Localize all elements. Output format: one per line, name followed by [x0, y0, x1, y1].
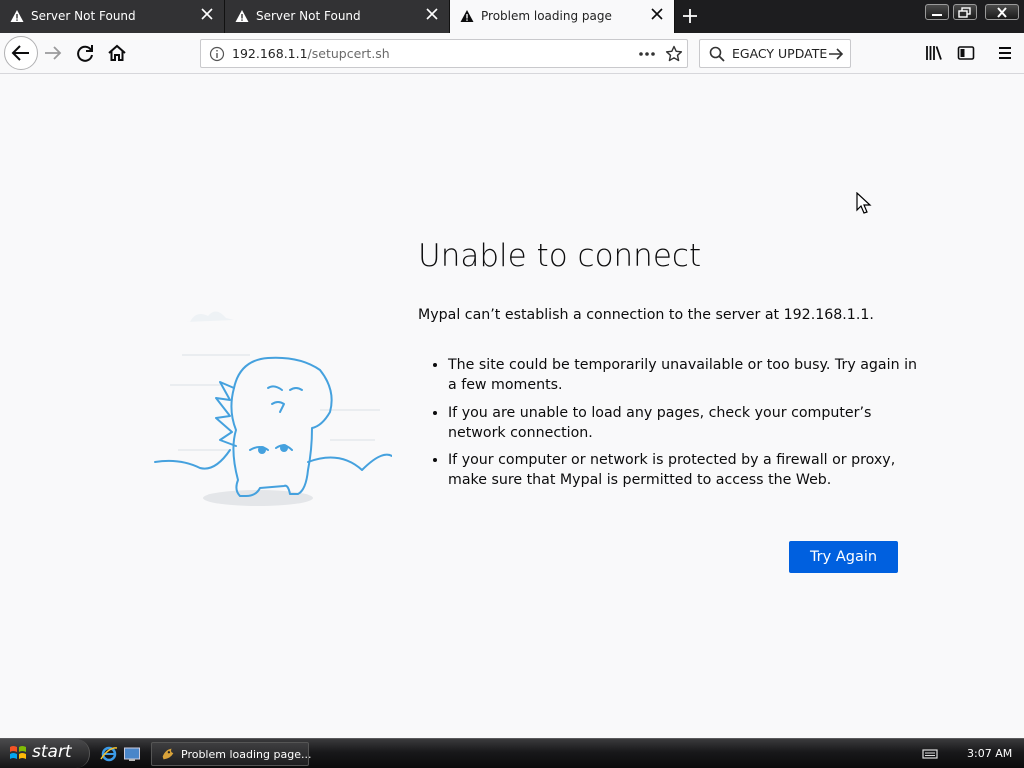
start-button[interactable]: start	[0, 739, 90, 768]
close-icon	[997, 7, 1007, 18]
sidebar-button[interactable]	[951, 38, 981, 68]
error-page: Unable to connect Mypal can’t establish …	[0, 74, 1024, 738]
tab-label: Server Not Found	[31, 9, 136, 23]
forward-button[interactable]	[38, 38, 68, 68]
search-input[interactable]: EGACY UPDATE	[732, 46, 827, 61]
bookmark-star-icon[interactable]	[665, 45, 683, 63]
search-go-icon[interactable]	[827, 45, 845, 63]
url-host: 192.168.1.1	[232, 46, 308, 61]
back-button[interactable]	[4, 36, 38, 70]
error-description: Mypal can’t establish a connection to th…	[418, 307, 874, 323]
home-icon	[108, 44, 126, 61]
tab-strip: Server Not Found Server Not Found Proble…	[0, 0, 1024, 33]
list-item: The site could be temporarily unavailabl…	[448, 355, 926, 395]
dinosaur-unplugged-illustration	[154, 311, 392, 506]
hamburger-menu-icon	[999, 47, 1011, 59]
arrow-left-icon	[11, 45, 29, 61]
reload-button[interactable]	[70, 38, 100, 68]
mouse-cursor-icon	[856, 192, 872, 214]
reload-icon	[77, 45, 93, 62]
tab-label: Server Not Found	[256, 9, 361, 23]
close-tab-icon[interactable]	[200, 7, 214, 21]
home-button[interactable]	[102, 38, 132, 68]
url-text[interactable]: 192.168.1.1/setupcert.sh	[232, 46, 390, 61]
taskbar-item-label: Problem loading page...	[181, 748, 312, 761]
error-suggestions-list: The site could be temporarily unavailabl…	[430, 355, 926, 498]
unplugged-plug-icons	[258, 444, 288, 454]
search-bar[interactable]: EGACY UPDATE	[699, 39, 851, 68]
close-tab-icon[interactable]	[650, 7, 664, 21]
start-label: start	[32, 742, 72, 762]
warning-icon	[460, 10, 474, 22]
library-button[interactable]	[919, 38, 949, 68]
warning-icon	[10, 10, 24, 22]
clouds	[186, 311, 234, 322]
internet-explorer-icon[interactable]	[100, 745, 118, 763]
minimize-icon	[932, 14, 942, 16]
navigation-toolbar: 192.168.1.1/setupcert.sh EGACY UPDATE	[0, 33, 1024, 74]
tab-server-not-found-1[interactable]: Server Not Found	[0, 0, 225, 33]
page-actions-icon[interactable]	[637, 46, 657, 62]
list-item: If you are unable to load any pages, che…	[448, 403, 926, 443]
tab-server-not-found-2[interactable]: Server Not Found	[225, 0, 450, 33]
windows-logo-icon	[10, 746, 26, 759]
new-tab-icon[interactable]	[681, 7, 699, 25]
list-item: If your computer or network is protected…	[448, 450, 926, 490]
close-tab-icon[interactable]	[425, 7, 439, 21]
taskbar-item-mypal[interactable]: Problem loading page...	[151, 742, 312, 766]
mypal-app-icon	[162, 748, 174, 760]
system-clock: 3:07 AM	[967, 747, 1013, 760]
library-icon	[926, 46, 942, 60]
dinosaur	[154, 356, 392, 497]
try-again-button[interactable]: Try Again	[789, 541, 898, 573]
arrow-right-icon	[45, 46, 62, 60]
tab-label: Problem loading page	[481, 9, 612, 23]
close-window-button[interactable]	[985, 4, 1019, 20]
search-icon	[709, 46, 725, 62]
warning-icon	[235, 10, 249, 22]
url-bar[interactable]: 192.168.1.1/setupcert.sh	[200, 39, 688, 68]
menu-button[interactable]	[990, 38, 1020, 68]
tab-problem-loading-page[interactable]: Problem loading page	[450, 0, 675, 33]
taskbar: start Problem loading page... 3:07 AM	[0, 738, 1024, 768]
restore-icon	[958, 7, 971, 18]
restore-button[interactable]	[953, 4, 977, 20]
sidebar-icon	[957, 46, 975, 60]
keyboard-tray-icon[interactable]	[922, 747, 938, 761]
minimize-button[interactable]	[925, 4, 949, 20]
url-path: /setupcert.sh	[307, 46, 390, 61]
info-icon[interactable]	[209, 46, 225, 62]
show-desktop-icon[interactable]	[123, 745, 141, 763]
error-title: Unable to connect	[418, 238, 702, 274]
